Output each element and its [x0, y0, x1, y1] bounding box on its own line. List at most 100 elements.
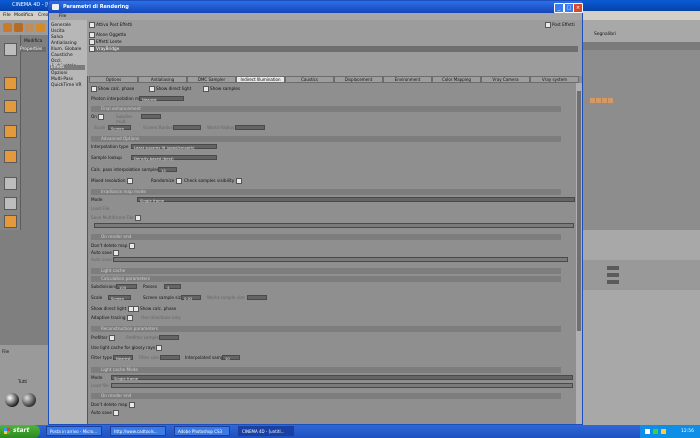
- effect-checkbox[interactable]: [89, 39, 95, 45]
- save-multiframe-checkbox[interactable]: [134, 215, 141, 221]
- dialog-titlebar[interactable]: Parametri di Rendering _ □ ×: [49, 1, 583, 13]
- effect-item[interactable]: Alone Oggetto: [89, 32, 578, 38]
- use-lc-glossy-checkbox[interactable]: [156, 345, 163, 351]
- object-icon[interactable]: [602, 98, 607, 103]
- tab-indirect-illumination[interactable]: Indirect Illumination (GI): [236, 76, 285, 88]
- tab-antialiasing[interactable]: Antialiasing: [138, 76, 187, 83]
- mode-select[interactable]: Single frame: [137, 197, 575, 203]
- sample-lookup-select[interactable]: Density-based (best): [131, 155, 217, 161]
- coord-field[interactable]: [607, 280, 619, 284]
- show-direct-light-checkbox[interactable]: [149, 86, 155, 92]
- effect-checkbox[interactable]: [89, 32, 95, 38]
- load-file2-field[interactable]: [111, 383, 573, 388]
- scrollbar-thumb[interactable]: [577, 91, 581, 331]
- show-calc-phase-checkbox[interactable]: [91, 86, 97, 92]
- c4d-menu-modifica[interactable]: Modifica: [14, 13, 33, 18]
- snap-icon[interactable]: [4, 215, 17, 228]
- category-item[interactable]: QuickTime VR: [51, 83, 82, 88]
- dont-delete2-checkbox[interactable]: [128, 402, 135, 408]
- section-advanced-options[interactable]: Advanced Options: [91, 136, 561, 142]
- taskbar-item-browser[interactable]: http://www.cadtools...: [110, 426, 166, 436]
- tab-vray-system[interactable]: Vray system: [530, 76, 579, 83]
- taskbar-item-cinema4d[interactable]: CINEMA 4D - [untitl...: [238, 426, 294, 436]
- calc-pass-field[interactable]: 15: [158, 167, 177, 173]
- coord-field[interactable]: [607, 273, 619, 277]
- texture-icon[interactable]: [4, 100, 17, 113]
- section-on-render-end-2[interactable]: On render end: [91, 393, 561, 399]
- tray-icon[interactable]: [661, 429, 666, 434]
- screen-radius-field[interactable]: [173, 125, 201, 130]
- object-icon[interactable]: [590, 98, 595, 103]
- section-reconstruction[interactable]: Reconstruction parameters: [91, 326, 561, 332]
- minimize-button[interactable]: _: [554, 3, 564, 13]
- c4d-file-menu[interactable]: File: [2, 350, 9, 355]
- adaptive-tracing-checkbox[interactable]: [126, 315, 133, 321]
- material-ball-icon[interactable]: [5, 393, 19, 407]
- points-icon[interactable]: [4, 125, 17, 138]
- taskbar-item-outlook[interactable]: Posta in arrivo - Micro...: [46, 426, 102, 436]
- show-calc-phase2-checkbox[interactable]: [133, 306, 139, 312]
- tab-caustics[interactable]: Caustics: [285, 76, 334, 83]
- tab-vray-camera[interactable]: Vray Camera: [481, 76, 530, 83]
- move-icon[interactable]: [25, 23, 34, 32]
- tray-icon[interactable]: [653, 429, 658, 434]
- section-on-render-end[interactable]: On render end: [91, 234, 561, 240]
- object-icon[interactable]: [608, 98, 613, 103]
- taskbar-item-photoshop[interactable]: Adobe Photoshop CS3: [174, 426, 230, 436]
- coord-field[interactable]: [607, 266, 619, 270]
- tool-icon[interactable]: [4, 43, 17, 56]
- auto-save-path-field[interactable]: [113, 257, 568, 262]
- edges-icon[interactable]: [4, 150, 17, 163]
- category-item[interactable]: Antialiasing: [51, 41, 77, 46]
- section-final-enhancement[interactable]: Final enhancement: [91, 106, 561, 112]
- post-effects-button[interactable]: Post Effetti: [545, 22, 575, 28]
- tab-dmc-sampler[interactable]: DMC Sampler: [187, 76, 236, 83]
- c4d-menu-file[interactable]: File: [3, 13, 11, 18]
- grid-icon[interactable]: [4, 197, 17, 210]
- mode2-select[interactable]: Single frame: [111, 375, 573, 381]
- world-radius-field[interactable]: [235, 125, 265, 130]
- material-ball-icon[interactable]: [22, 393, 36, 407]
- c4d-bookmarks-label[interactable]: Segnalibri: [594, 32, 616, 37]
- auto-save-checkbox[interactable]: [113, 250, 120, 256]
- prefilter-samples-field[interactable]: [159, 335, 179, 340]
- photon-interp-select[interactable]: Nearest: [139, 96, 184, 102]
- start-button[interactable]: start: [0, 425, 40, 438]
- dont-delete-checkbox[interactable]: [128, 243, 135, 249]
- check-visibility-checkbox[interactable]: [235, 178, 242, 184]
- object-icon[interactable]: [596, 98, 601, 103]
- effect-item[interactable]: Effetti Lente: [89, 39, 578, 45]
- scale-select[interactable]: Screen: [108, 125, 131, 131]
- content-scrollbar[interactable]: [576, 83, 582, 424]
- category-item[interactable]: Generale: [51, 23, 71, 28]
- mixed-resolution-checkbox[interactable]: [126, 178, 133, 184]
- tab-environment[interactable]: Environment: [383, 76, 432, 83]
- interp-samples-field[interactable]: 10: [222, 355, 240, 361]
- screen-sample-field[interactable]: 0.02: [181, 295, 201, 301]
- tab-color-mapping[interactable]: Color Mapping: [432, 76, 481, 83]
- filter-size-field[interactable]: [160, 355, 180, 360]
- effect-checkbox[interactable]: [89, 46, 95, 52]
- category-item[interactable]: Multi-Pass: [51, 77, 73, 82]
- tray-icon[interactable]: [645, 429, 650, 434]
- tab-options[interactable]: Options: [89, 76, 138, 83]
- world-sample-field[interactable]: [247, 295, 267, 300]
- category-item-selected[interactable]: Effetti: [50, 65, 85, 70]
- filter-type-select[interactable]: Nearest: [113, 355, 133, 361]
- checker-icon[interactable]: [4, 177, 17, 190]
- section-lc-mode[interactable]: Light cache Mode: [91, 367, 561, 373]
- subdivs-mult-field[interactable]: [141, 114, 161, 119]
- auto-save2-checkbox[interactable]: [113, 410, 120, 416]
- section-calc-params[interactable]: Calculation parameters: [91, 276, 561, 282]
- category-item[interactable]: Illum. Globale: [51, 47, 81, 52]
- effect-item-selected[interactable]: VrayBridge: [89, 46, 578, 52]
- section-light-cache[interactable]: Light cache: [91, 268, 561, 274]
- interp-type-select[interactable]: Least squares fit (good/smooth): [131, 144, 217, 150]
- category-item[interactable]: Caustiche: [51, 53, 73, 58]
- category-item[interactable]: Uscita: [51, 29, 65, 34]
- redo-icon[interactable]: [14, 23, 23, 32]
- select-icon[interactable]: [36, 23, 45, 32]
- close-button[interactable]: ×: [573, 3, 583, 13]
- randomize-checkbox[interactable]: [175, 178, 182, 184]
- section-irradiance-mode[interactable]: Irradiance map mode: [91, 189, 561, 195]
